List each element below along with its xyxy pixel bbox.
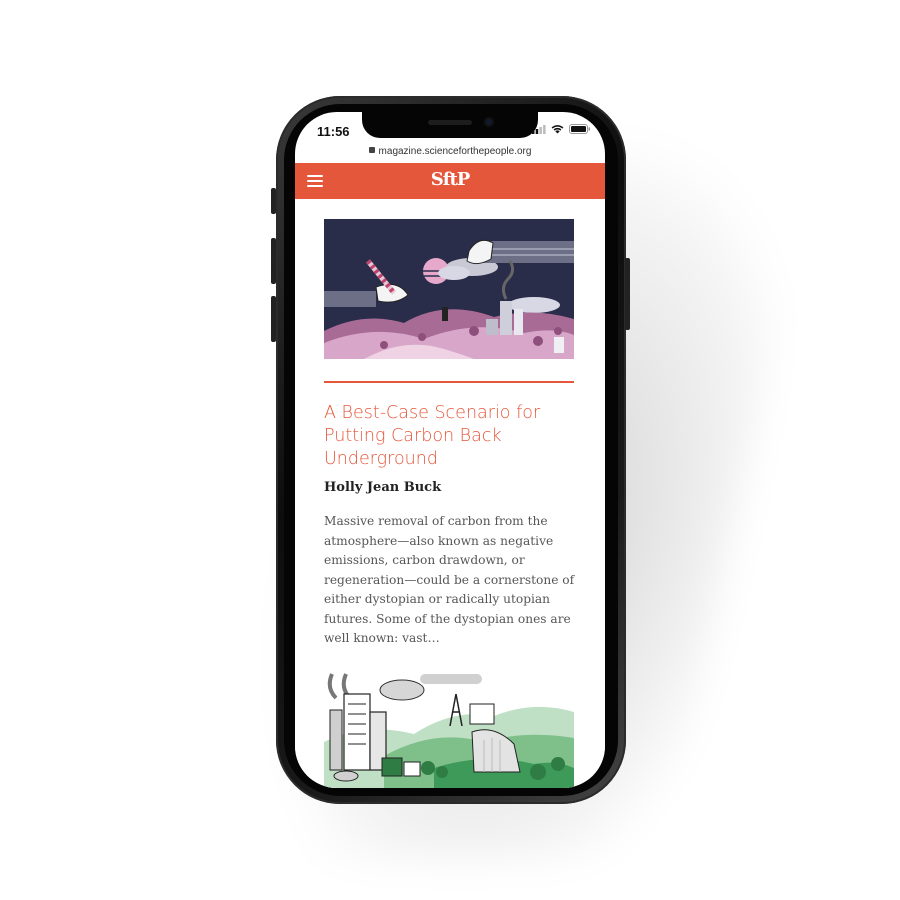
url-text: magazine.scienceforthepeople.org xyxy=(378,146,532,157)
volume-up-button xyxy=(271,238,276,284)
site-logo[interactable]: SftP xyxy=(295,169,605,190)
site-header: SftP xyxy=(295,163,605,199)
article-hero-illustration[interactable] xyxy=(324,219,574,359)
mute-switch xyxy=(271,188,276,214)
article-title[interactable]: A Best-Case Scenario for Putting Carbon … xyxy=(324,402,574,471)
article-author[interactable]: Holly Jean Buck xyxy=(324,480,441,495)
status-time: 11:56 xyxy=(317,124,350,139)
lock-icon xyxy=(368,147,375,154)
notch xyxy=(362,112,538,138)
battery-icon xyxy=(569,124,591,134)
speaker-grille xyxy=(428,120,472,125)
front-camera xyxy=(484,117,494,127)
signal-icon xyxy=(532,124,546,134)
article-list: A Best-Case Scenario for Putting Carbon … xyxy=(295,199,605,788)
volume-down-button xyxy=(271,296,276,342)
article-excerpt: Massive removal of carbon from the atmos… xyxy=(324,514,575,645)
section-divider xyxy=(324,381,574,383)
phone-screen: 11:56 magazine.scienceforthepeople.org S… xyxy=(295,112,605,788)
power-button xyxy=(625,258,630,330)
address-bar[interactable]: magazine.scienceforthepeople.org xyxy=(295,146,605,157)
next-article-illustration[interactable] xyxy=(324,672,574,788)
status-icons xyxy=(532,124,591,134)
wifi-icon xyxy=(551,125,564,134)
